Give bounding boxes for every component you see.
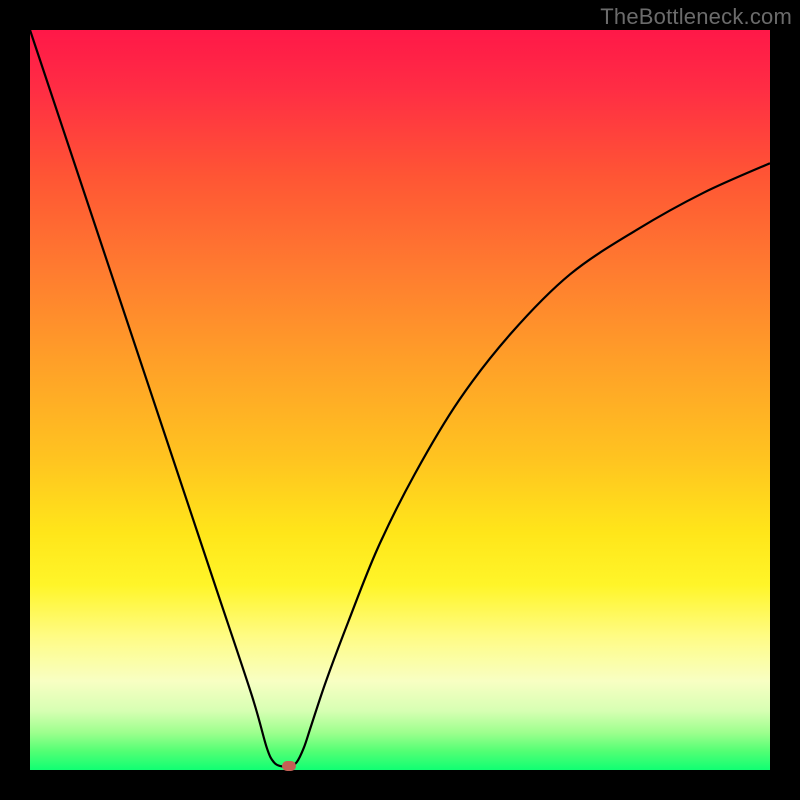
bottleneck-curve <box>30 30 770 770</box>
plot-area <box>30 30 770 770</box>
chart-frame: TheBottleneck.com <box>0 0 800 800</box>
optimum-marker <box>282 761 296 771</box>
curve-path <box>30 30 770 767</box>
watermark-text: TheBottleneck.com <box>600 4 792 30</box>
